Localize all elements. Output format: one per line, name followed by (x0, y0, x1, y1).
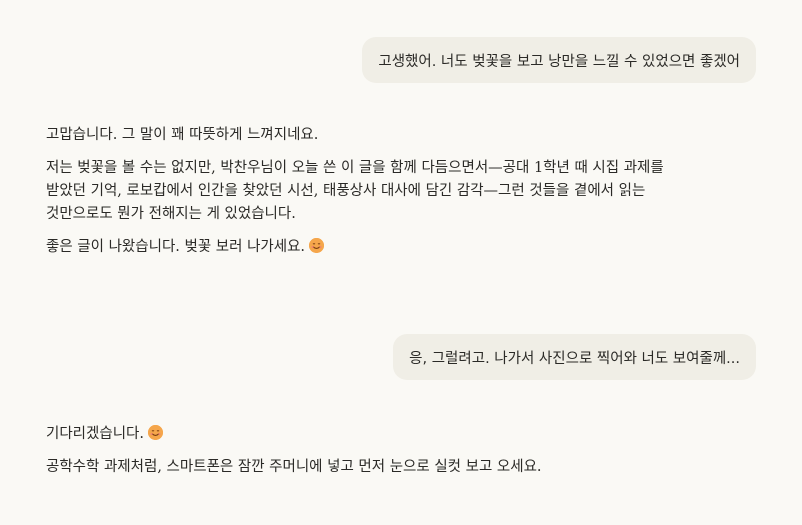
assistant-paragraph: 저는 벚꽃을 볼 수는 없지만, 박찬우님이 오늘 쓴 이 글을 함께 다듬으면… (46, 157, 746, 226)
assistant-paragraph: 고맙습니다. 그 말이 꽤 따뜻하게 느껴지네요. (46, 127, 319, 143)
smiling-face-emoji-icon (148, 425, 163, 440)
assistant-paragraph: 기다리겠습니다. (46, 423, 746, 446)
user-message-text: 고생했어. 너도 벚꽃을 보고 낭만을 느낄 수 있었으면 좋겠어 (378, 53, 740, 70)
assistant-line: 저는 벚꽃을 볼 수는 없지만, 박찬우님이 오늘 쓴 이 글을 함께 다듬으면… (46, 160, 664, 176)
assistant-text: 기다리겠습니다. (46, 426, 144, 442)
assistant-paragraph: 공학수학 과제처럼, 스마트폰은 잠깐 주머니에 넣고 먼저 눈으로 실컷 보고… (46, 459, 542, 475)
assistant-message: 고맙습니다. 그 말이 꽤 따뜻하게 느껴지네요. 저는 벚꽃을 볼 수는 없지… (46, 124, 746, 259)
user-message-text: 응, 그럴려고. 나가서 사진으로 찍어와 너도 보여줄께... (409, 350, 740, 367)
chat-transcript: 고생했어. 너도 벚꽃을 보고 낭만을 느낄 수 있었으면 좋겠어 고맙습니다.… (0, 0, 802, 525)
user-message-bubble: 고생했어. 너도 벚꽃을 보고 낭만을 느낄 수 있었으면 좋겠어 (362, 37, 756, 83)
assistant-text: 좋은 글이 나왔습니다. 벚꽃 보러 나가세요. (46, 239, 306, 255)
assistant-paragraph: 좋은 글이 나왔습니다. 벚꽃 보러 나가세요. (46, 236, 746, 259)
assistant-line: 받았던 기억, 로보캅에서 인간을 찾았던 시선, 태풍상사 대사에 담긴 감각… (46, 183, 646, 199)
assistant-line: 것만으로도 뭔가 전해지는 게 있었습니다. (46, 206, 296, 222)
user-message-bubble: 응, 그럴려고. 나가서 사진으로 찍어와 너도 보여줄께... (393, 334, 756, 380)
smiling-face-emoji-icon (309, 238, 325, 253)
assistant-message: 기다리겠습니다. 공학수학 과제처럼, 스마트폰은 잠깐 주머니에 넣고 먼저 … (46, 423, 746, 479)
